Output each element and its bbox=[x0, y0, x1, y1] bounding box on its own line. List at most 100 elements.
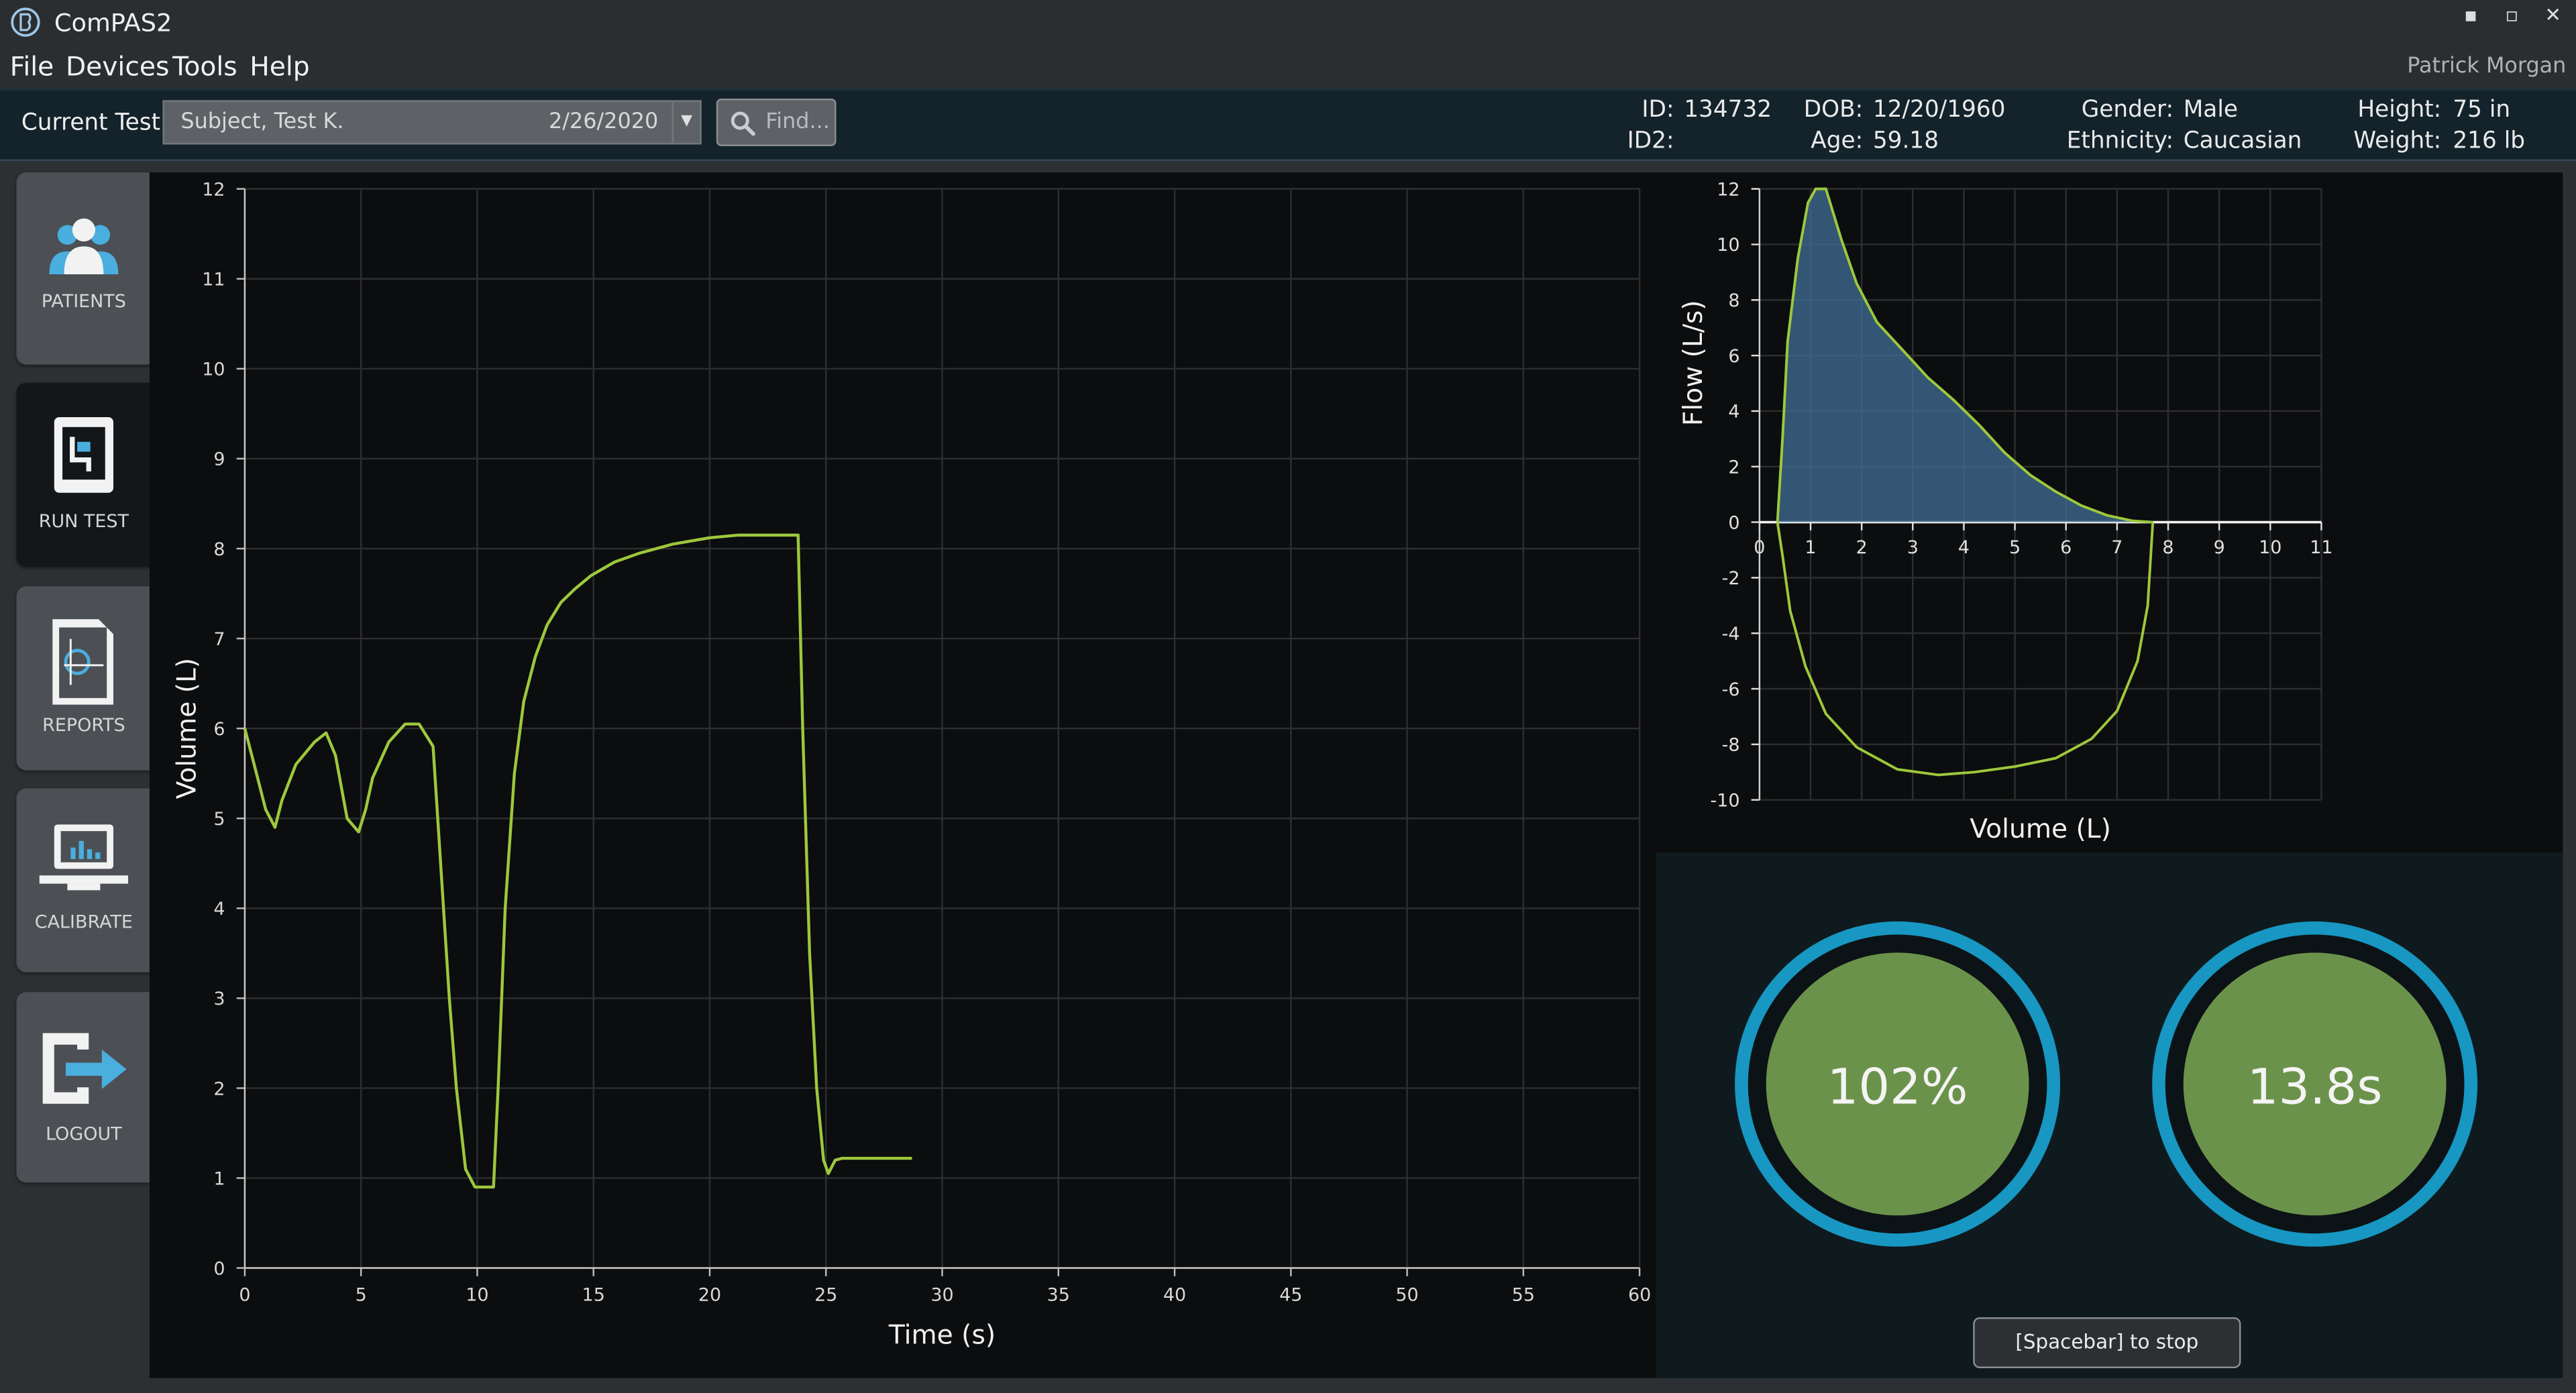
height-label: Height: bbox=[2357, 97, 2442, 123]
x-tick-label: 10 bbox=[2259, 537, 2282, 558]
age-value: 59.18 bbox=[1872, 128, 1939, 155]
menu-file[interactable]: File bbox=[10, 51, 54, 82]
dob-value: 12/20/1960 bbox=[1872, 97, 2006, 123]
y-tick-label: 6 bbox=[1728, 346, 1739, 367]
y-tick-label: 9 bbox=[213, 449, 225, 470]
run-test-icon bbox=[54, 417, 113, 493]
y-tick-label: -4 bbox=[1722, 624, 1740, 645]
calibrate-icon bbox=[39, 824, 129, 891]
close-icon[interactable]: ✕ bbox=[2540, 3, 2566, 26]
menu-tools[interactable]: Tools bbox=[172, 51, 237, 82]
x-axis-label: Time (s) bbox=[888, 1320, 996, 1350]
id2-label: ID2: bbox=[1627, 128, 1674, 155]
gauge-percent-value: 102% bbox=[1827, 1059, 1968, 1116]
x-tick-label: 11 bbox=[2310, 537, 2332, 558]
search-icon bbox=[731, 111, 755, 136]
height-value: 75 in bbox=[2453, 97, 2511, 123]
y-tick-label: 11 bbox=[202, 270, 225, 290]
nav-logout[interactable]: LOGOUT bbox=[16, 992, 152, 1183]
y-tick-label: -6 bbox=[1722, 679, 1740, 700]
logout-icon bbox=[42, 1033, 127, 1104]
nav-reports-label: REPORTS bbox=[42, 714, 125, 736]
y-tick-label: -2 bbox=[1722, 568, 1740, 589]
x-tick-label: 40 bbox=[1163, 1285, 1186, 1306]
x-tick-label: 45 bbox=[1279, 1285, 1302, 1306]
x-tick-label: 1 bbox=[1805, 537, 1816, 558]
volume-time-chart: 0 5 10 15 20 25 30 35 40 45 50 55 600123456789101112… bbox=[172, 179, 1651, 1350]
y-tick-label: 4 bbox=[213, 899, 225, 920]
x-tick-label: 15 bbox=[582, 1285, 605, 1306]
gauge-time: 13.8s bbox=[2152, 921, 2478, 1247]
nav-calibrate-label: CALIBRATE bbox=[34, 911, 133, 934]
x-tick-label: 4 bbox=[1958, 537, 1970, 558]
chevron-down-icon[interactable]: ▼ bbox=[672, 101, 700, 144]
ethnicity-value: Caucasian bbox=[2183, 128, 2302, 155]
flow-volume-chart: 01234567891011-10-8-6-4-2024681012Volume… bbox=[1678, 179, 2332, 844]
patient-header: Current Test: Subject, Test K. 2/26/2020… bbox=[0, 89, 2576, 162]
flow-volume-panel: 01234567891011-10-8-6-4-2024681012Volume… bbox=[1656, 172, 2563, 853]
nav-reports[interactable]: REPORTS bbox=[16, 586, 152, 771]
x-tick-label: 35 bbox=[1047, 1285, 1070, 1306]
stop-button[interactable]: [Spacebar] to stop bbox=[1973, 1317, 2241, 1369]
menu-bar: File Devices Tools Help Patrick Morgan bbox=[0, 46, 2576, 89]
x-tick-label: 9 bbox=[2214, 537, 2225, 558]
x-tick-label: 5 bbox=[356, 1285, 367, 1306]
age-label: Age: bbox=[1811, 128, 1864, 155]
y-tick-label: 2 bbox=[1728, 457, 1739, 478]
y-tick-label: 8 bbox=[213, 539, 225, 560]
dob-label: DOB: bbox=[1803, 97, 1864, 123]
subject-date: 2/26/2020 bbox=[548, 110, 659, 135]
x-tick-label: 25 bbox=[814, 1285, 837, 1306]
y-tick-label: 3 bbox=[213, 989, 225, 1009]
y-tick-label: -8 bbox=[1722, 735, 1740, 756]
minimize-icon[interactable]: ▪ bbox=[2458, 3, 2484, 26]
gender-value: Male bbox=[2183, 97, 2238, 123]
nav-patients-label: PATIENTS bbox=[41, 290, 126, 313]
app-window: ComPAS2 ▪ ▫ ✕ File Devices Tools Help Pa… bbox=[0, 0, 2576, 1393]
inspiratory-trace bbox=[1776, 522, 2155, 777]
current-test-label: Current Test: bbox=[21, 110, 168, 137]
app-title: ComPAS2 bbox=[54, 8, 172, 38]
menu-devices[interactable]: Devices bbox=[66, 51, 169, 82]
y-tick-label: 12 bbox=[202, 179, 225, 200]
volume-trace bbox=[243, 533, 912, 1189]
nav-calibrate[interactable]: CALIBRATE bbox=[16, 788, 152, 972]
gauge-percent: 102% bbox=[1735, 921, 2061, 1247]
y-tick-label: 10 bbox=[1717, 235, 1739, 256]
x-tick-label: 50 bbox=[1395, 1285, 1418, 1306]
menu-help[interactable]: Help bbox=[250, 51, 309, 82]
id-label: ID: bbox=[1642, 97, 1674, 123]
x-tick-label: 2 bbox=[1856, 537, 1868, 558]
weight-value: 216 lb bbox=[2453, 128, 2525, 155]
y-tick-label: 8 bbox=[1728, 290, 1739, 311]
find-placeholder: Find... bbox=[765, 110, 830, 135]
nav-run-test-label: RUN TEST bbox=[38, 510, 129, 533]
restore-icon[interactable]: ▫ bbox=[2499, 3, 2525, 26]
y-tick-label: 2 bbox=[213, 1078, 225, 1099]
x-tick-label: 6 bbox=[2060, 537, 2072, 558]
y-tick-label: 7 bbox=[213, 629, 225, 650]
y-axis-label: Flow (L/s) bbox=[1678, 300, 1709, 426]
y-tick-label: 1 bbox=[213, 1168, 225, 1189]
volume-time-panel: 0 5 10 15 20 25 30 35 40 45 50 55 60 0 1 2 3 4 5 6 7 8 9 10 11 12… bbox=[149, 172, 1656, 1378]
current-test-select[interactable]: Subject, Test K. 2/26/2020 ▼ bbox=[162, 100, 702, 145]
x-tick-label: 10 bbox=[466, 1285, 488, 1306]
title-bar: ComPAS2 ▪ ▫ ✕ bbox=[0, 0, 2576, 46]
gauge-time-value: 13.8s bbox=[2247, 1059, 2383, 1116]
y-tick-label: 0 bbox=[213, 1258, 225, 1279]
x-tick-label: 7 bbox=[2111, 537, 2123, 558]
nav-run-test[interactable]: RUN TEST bbox=[16, 382, 152, 567]
y-tick-label: 10 bbox=[202, 359, 225, 380]
y-tick-label: 12 bbox=[1717, 179, 1739, 200]
x-axis-label: Volume (L) bbox=[1970, 814, 2111, 844]
subject-name: Subject, Test K. bbox=[180, 110, 344, 135]
x-tick-label: 30 bbox=[930, 1285, 953, 1306]
y-tick-label: 5 bbox=[213, 809, 225, 830]
weight-label: Weight: bbox=[2353, 128, 2442, 155]
x-tick-label: 0 bbox=[239, 1285, 250, 1306]
gauges: 102% 13.8s bbox=[1735, 921, 2478, 1247]
x-tick-label: 5 bbox=[2009, 537, 2021, 558]
x-tick-label: 20 bbox=[698, 1285, 721, 1306]
nav-patients[interactable]: PATIENTS bbox=[16, 172, 152, 365]
find-input[interactable]: Find... bbox=[716, 98, 837, 146]
